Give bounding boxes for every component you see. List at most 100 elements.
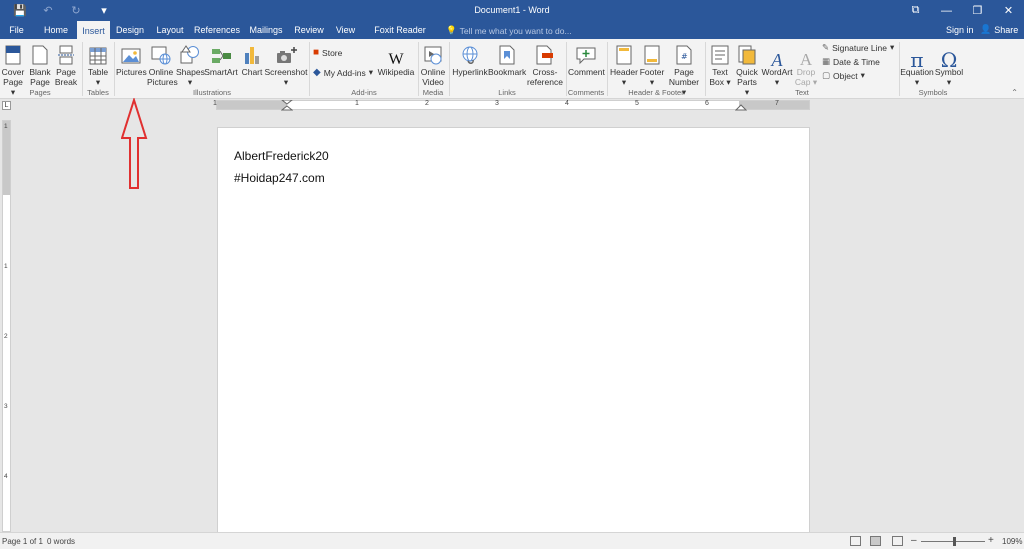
ribbon-insert: Cover Page ▾ Blank Page Page Break Pages… <box>0 39 1024 99</box>
bookmark-icon <box>488 41 526 65</box>
label: Blank <box>29 67 51 77</box>
zoom-out-button[interactable]: – <box>911 535 917 546</box>
page-count[interactable]: Page 1 of 1 <box>2 537 43 546</box>
zoom-slider-thumb[interactable] <box>953 537 956 546</box>
footer-button[interactable]: Footer ▾ <box>638 41 666 87</box>
header-button[interactable]: Header ▾ <box>609 41 639 87</box>
signature-line-button[interactable]: ✎ Signature Line ▾ <box>822 42 894 53</box>
group-label-tables: Tables <box>87 88 109 97</box>
ribbon-display-options-icon[interactable]: ⧉ <box>900 0 931 21</box>
store-button[interactable]: ■ Store <box>313 47 342 58</box>
comment-button[interactable]: Comment <box>568 41 605 77</box>
label: Screenshot <box>264 67 308 77</box>
horizontal-ruler[interactable]: 1 1 2 3 4 5 6 7 <box>213 100 810 111</box>
ruler-number: 3 <box>4 403 8 410</box>
tab-references[interactable]: References <box>194 21 240 39</box>
footer-icon <box>638 41 666 65</box>
signature-line-icon: ✎ <box>822 42 830 52</box>
equation-button[interactable]: π Equation ▾ <box>900 41 934 87</box>
vertical-ruler[interactable]: 1 1 2 3 4 <box>2 120 11 532</box>
tab-view[interactable]: View <box>333 21 358 39</box>
tab-insert[interactable]: Insert <box>77 21 110 39</box>
document-text-line[interactable]: AlbertFrederick20 <box>234 149 329 163</box>
collapse-ribbon-icon[interactable]: ⌃ <box>1011 88 1018 97</box>
blank-page-button[interactable]: Blank Page <box>28 41 52 87</box>
tab-review[interactable]: Review <box>294 21 324 39</box>
sign-in-link[interactable]: Sign in <box>946 25 974 35</box>
right-indent-marker-icon[interactable] <box>735 104 747 111</box>
indent-marker-icon[interactable] <box>281 100 293 111</box>
page-break-button[interactable]: Page Break <box>54 41 78 87</box>
cover-page-icon <box>1 41 25 65</box>
my-addins-button[interactable]: ◆ My Add-ins ▾ <box>313 67 373 78</box>
ruler-number: 1 <box>4 123 8 130</box>
wikipedia-button[interactable]: W Wikipedia <box>377 41 415 78</box>
right-margin-area <box>739 101 809 109</box>
hyperlink-button[interactable]: Hyperlink <box>452 41 488 77</box>
wordart-button[interactable]: A WordArt ▾ <box>760 41 794 87</box>
document-text-line[interactable]: #Hoidap247.com <box>234 171 325 185</box>
tab-mailings[interactable]: Mailings <box>246 21 286 39</box>
text-box-button[interactable]: Text Box ▾ <box>707 41 733 87</box>
ribbon-tabs: File Home Insert Design Layout Reference… <box>0 21 1024 53</box>
title-bar: 💾 ↶ ↻ ▾ Document1 - Word ⧉ — ❐ ✕ <box>0 0 1024 21</box>
pictures-button[interactable]: Pictures <box>116 41 147 77</box>
label: ▾ <box>621 77 627 87</box>
label: Video <box>422 77 444 87</box>
tab-home[interactable]: Home <box>40 21 72 39</box>
chart-button[interactable]: Chart <box>240 41 264 77</box>
print-layout-icon[interactable] <box>870 536 881 546</box>
document-page[interactable]: AlbertFrederick20 #Hoidap247.com <box>217 127 810 533</box>
cross-reference-icon <box>526 41 564 65</box>
tab-file[interactable]: File <box>4 21 29 39</box>
blank-page-icon <box>28 41 52 65</box>
date-time-button[interactable]: ▦ Date & Time <box>822 56 880 67</box>
store-label: Store <box>322 47 343 58</box>
wordart-icon: A <box>771 50 783 70</box>
smartart-button[interactable]: SmartArt <box>204 41 238 77</box>
my-addins-label: My Add-ins <box>323 67 366 78</box>
share-button[interactable]: 👤 Share <box>980 24 1018 35</box>
tab-foxit-reader-pdf[interactable]: Foxit Reader PDF <box>366 21 434 53</box>
web-layout-icon[interactable] <box>892 536 903 546</box>
ruler-number: 4 <box>4 473 8 480</box>
label: Online <box>420 67 446 77</box>
shapes-button[interactable]: Shapes ▾ <box>176 41 205 87</box>
table-button[interactable]: Table ▾ <box>86 41 110 87</box>
person-icon: 👤 <box>980 24 992 34</box>
calendar-icon: ▦ <box>822 56 831 66</box>
zoom-in-button[interactable]: + <box>988 535 994 546</box>
label: Quick <box>736 67 758 77</box>
cross-reference-button[interactable]: Cross- reference <box>526 41 564 87</box>
smartart-icon <box>204 41 238 65</box>
bookmark-button[interactable]: Bookmark <box>488 41 526 77</box>
drop-cap-icon: A <box>799 50 813 69</box>
label: Online <box>148 67 174 77</box>
restore-button[interactable]: ❐ <box>962 0 993 21</box>
zoom-level[interactable]: 109% <box>1002 537 1022 546</box>
tell-me-box[interactable]: 💡 Tell me what you want to do... <box>446 25 572 36</box>
object-button[interactable]: ▢ Object ▾ <box>822 70 865 81</box>
tab-layout[interactable]: Layout <box>154 21 186 39</box>
label: ▾ <box>914 77 920 87</box>
tab-selector[interactable]: L <box>2 101 11 110</box>
close-button[interactable]: ✕ <box>993 0 1024 21</box>
online-pictures-button[interactable]: Online Pictures <box>147 41 178 87</box>
symbol-button[interactable]: Ω Symbol ▾ <box>934 41 964 87</box>
word-count[interactable]: 0 words <box>47 537 75 546</box>
pi-icon: π <box>910 48 924 72</box>
screenshot-button[interactable]: Screenshot ▾ <box>264 41 308 87</box>
group-label-media: Media <box>422 88 444 97</box>
online-video-icon <box>420 41 446 65</box>
shapes-icon <box>176 41 204 65</box>
drop-cap-button[interactable]: A Drop Cap ▾ <box>794 41 818 87</box>
read-mode-icon[interactable] <box>850 536 861 546</box>
left-margin-area <box>217 101 287 109</box>
wikipedia-icon: W <box>388 51 404 68</box>
quick-parts-icon <box>734 41 760 65</box>
minimize-button[interactable]: — <box>931 0 962 21</box>
tab-design[interactable]: Design <box>114 21 146 39</box>
online-video-button[interactable]: Online Video <box>420 41 446 87</box>
label: WordArt <box>761 67 793 77</box>
ruler-number: 1 <box>355 100 359 107</box>
